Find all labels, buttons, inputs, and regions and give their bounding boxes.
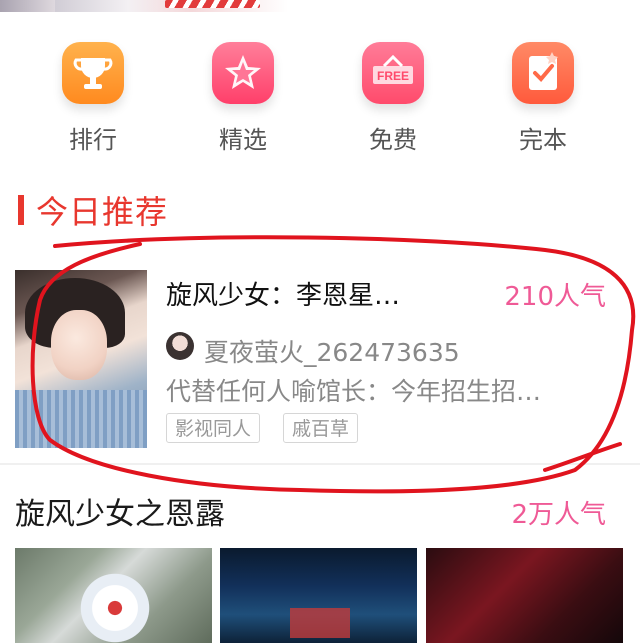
banner-strip[interactable]	[0, 0, 640, 12]
author-avatar	[166, 332, 194, 360]
list-popularity: 2万人气	[511, 500, 606, 530]
trophy-icon	[62, 42, 124, 104]
free-tag-icon: FREE	[362, 42, 424, 104]
banner-decoration	[165, 0, 260, 8]
category-label: 免费	[369, 126, 417, 154]
book-popularity: 210人气	[504, 282, 606, 312]
list-title[interactable]: 旋风少女之恩露	[15, 489, 225, 533]
book-tag[interactable]: 影视同人	[166, 413, 261, 443]
thumbnail-image[interactable]	[220, 548, 417, 643]
section-title: 今日推荐	[36, 193, 169, 231]
category-label: 完本	[519, 126, 567, 154]
thumbnail-image[interactable]	[426, 548, 623, 643]
divider	[0, 463, 640, 465]
author-name[interactable]: 夏夜萤火_262473635	[204, 333, 460, 369]
book-tag[interactable]: 戚百草	[283, 413, 359, 443]
banner-image-edge	[0, 0, 55, 12]
checkmark-book-icon	[512, 42, 574, 104]
category-label: 精选	[219, 126, 267, 154]
book-title[interactable]: 旋风少女：李恩星…	[166, 275, 466, 312]
cover-shirt	[15, 390, 147, 448]
book-cover[interactable]	[15, 270, 147, 448]
category-completed[interactable]: 完本	[488, 42, 598, 162]
category-label: 排行	[69, 126, 117, 154]
thumbnail-image[interactable]	[15, 548, 212, 643]
category-ranking[interactable]: 排行	[38, 42, 148, 162]
category-free[interactable]: FREE 免费	[338, 42, 448, 162]
free-badge-text: FREE	[377, 69, 409, 83]
category-nav: 排行 精选 FREE 免费 完本	[0, 42, 640, 162]
list-thumbnails	[0, 548, 640, 643]
cover-face	[51, 310, 107, 380]
category-featured[interactable]: 精选	[188, 42, 298, 162]
star-icon	[212, 42, 274, 104]
section-marker	[18, 195, 24, 225]
thumbnail-flower	[75, 568, 155, 643]
thumbnail-stage	[290, 608, 350, 638]
book-excerpt: 代替任何人喻馆长：今年招生招…	[166, 377, 542, 406]
